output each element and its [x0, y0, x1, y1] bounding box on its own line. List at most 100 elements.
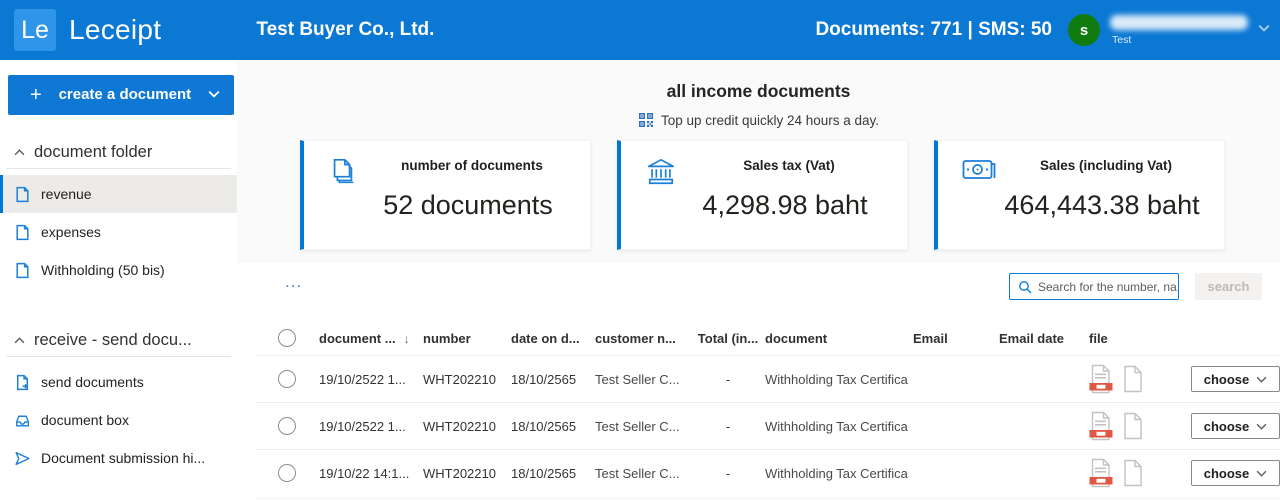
sidebar-item-label: Document submission hi... [41, 450, 206, 466]
cell-total: - [725, 371, 731, 387]
cell-document-type: Withholding Tax Certifica [765, 371, 908, 387]
create-document-button[interactable]: + create a document [8, 75, 234, 115]
cell-number: WHT202210 [423, 418, 496, 434]
cell-created: 19/10/2522 1... [319, 418, 406, 434]
page-title: all income documents [666, 81, 851, 101]
inbox-icon [14, 412, 31, 429]
cell-customer: Test Seller C... [595, 371, 680, 387]
pdf-file-icon[interactable] [1089, 458, 1113, 488]
column-header-email[interactable]: Email [913, 331, 999, 346]
bank-icon [645, 157, 677, 192]
banknote-icon [962, 157, 996, 188]
table-header-row: document ... ↓ number date on d... custom… [255, 321, 1280, 355]
document-page-icon [14, 186, 31, 203]
usage-counter: Documents: 771 | SMS: 50 [815, 19, 1052, 40]
row-radio-cell [255, 370, 319, 388]
document-file-icon[interactable] [1122, 412, 1144, 440]
cell-created: 19/10/22 14:1... [319, 465, 410, 481]
sidebar-item-withholding[interactable]: Withholding (50 bis) [0, 251, 237, 289]
sidebar: + create a document document folder reve… [0, 60, 237, 500]
search-input[interactable] [1038, 279, 1178, 294]
section-title: document folder [34, 142, 153, 161]
documents-stack-icon [328, 157, 358, 192]
cell-total: - [725, 465, 731, 481]
sidebar-item-label: revenue [41, 186, 92, 202]
search-button[interactable]: search [1195, 273, 1262, 300]
plus-icon: + [30, 83, 42, 106]
topup-link[interactable]: Top up credit quickly 24 hours a day. [237, 112, 1280, 128]
document-page-icon [14, 224, 31, 241]
pdf-file-icon[interactable] [1089, 364, 1113, 394]
qr-code-icon [638, 112, 654, 128]
column-header-number[interactable]: number [423, 331, 511, 346]
document-file-icon[interactable] [1122, 459, 1144, 487]
choose-label: choose [1203, 371, 1250, 387]
section-document-folder[interactable]: document folder [0, 140, 237, 164]
select-all-radio[interactable] [278, 329, 296, 347]
cell-created: 19/10/2522 1... [319, 371, 406, 387]
row-radio[interactable] [278, 417, 296, 435]
account-role-label: Test [1112, 34, 1132, 46]
documents-table: document ... ↓ number date on d... custom… [255, 321, 1280, 496]
column-header-email-date[interactable]: Email date [999, 331, 1089, 346]
column-header-customer[interactable]: customer n... [595, 331, 691, 346]
chevron-down-icon [1256, 470, 1267, 477]
section-title: receive - send docu... [34, 330, 192, 349]
document-page-icon [14, 262, 31, 279]
sidebar-item-document-box[interactable]: document box [0, 401, 237, 439]
stat-cards: number of documents 52 documents Sales t… [300, 140, 1225, 250]
sidebar-item-label: document box [41, 412, 129, 428]
table-bottom-divider [255, 498, 1280, 499]
app-window: Le Leceipt Test Buyer Co., Ltd. Document… [0, 0, 1280, 500]
row-radio[interactable] [278, 370, 296, 388]
table-row[interactable]: 19/10/2522 1... WHT202210 18/10/2565 Tes… [255, 355, 1280, 402]
table-area: ... search document ...↓ number date on … [237, 263, 1280, 500]
sidebar-item-label: expenses [41, 224, 101, 240]
chevron-up-icon [14, 335, 25, 346]
app-logo[interactable]: Le [14, 9, 56, 51]
chevron-up-icon [14, 147, 25, 158]
brand-title: Leceipt [69, 14, 162, 45]
table-row[interactable]: 19/10/2522 1... WHT202210 18/10/2565 Tes… [255, 402, 1280, 449]
sidebar-item-submission-history[interactable]: Document submission hi... [0, 439, 237, 477]
choose-button[interactable]: choose [1191, 366, 1280, 392]
select-all-radio-cell [255, 329, 319, 347]
cell-date: 18/10/2565 [511, 371, 577, 387]
cell-document-type: Withholding Tax Certifica [765, 465, 908, 481]
overflow-menu-button[interactable]: ... [285, 273, 302, 290]
column-header-date[interactable]: date on d... [511, 331, 595, 346]
column-header-document[interactable]: document [765, 331, 913, 346]
cell-file [1089, 411, 1191, 441]
row-radio[interactable] [278, 464, 296, 482]
cell-document-type: Withholding Tax Certifica [765, 418, 908, 434]
sidebar-item-expenses[interactable]: expenses [0, 213, 237, 251]
card-value: 464,443.38 baht [1004, 190, 1200, 220]
chevron-down-icon[interactable] [1258, 21, 1270, 39]
choose-button[interactable]: choose [1191, 460, 1280, 486]
cell-file [1089, 364, 1191, 394]
cell-date: 18/10/2565 [511, 465, 577, 481]
account-menu[interactable]: Test [1110, 12, 1258, 48]
top-bar: Le Leceipt Test Buyer Co., Ltd. Document… [0, 0, 1280, 60]
chevron-down-icon[interactable] [208, 88, 220, 103]
cell-date: 18/10/2565 [511, 418, 577, 434]
search-icon [1018, 280, 1032, 294]
avatar[interactable]: s [1068, 14, 1100, 46]
paper-plane-icon [14, 450, 31, 467]
cell-file [1089, 458, 1191, 488]
row-radio-cell [255, 417, 319, 435]
column-header-created[interactable]: document ... ↓ [319, 331, 423, 346]
section-receive-send[interactable]: receive - send docu... [0, 328, 237, 352]
send-document-icon [14, 374, 31, 391]
pdf-file-icon[interactable] [1089, 411, 1113, 441]
sidebar-item-revenue[interactable]: revenue [0, 175, 237, 213]
choose-button[interactable]: choose [1191, 413, 1280, 439]
sidebar-item-send-documents[interactable]: send documents [0, 363, 237, 401]
column-header-total[interactable]: Total (in... [691, 331, 765, 346]
topup-text: Top up credit quickly 24 hours a day. [660, 112, 880, 128]
account-name-redacted [1110, 15, 1248, 30]
table-row[interactable]: 19/10/22 14:1... WHT202210 18/10/2565 Te… [255, 449, 1280, 496]
column-header-file[interactable]: file [1089, 331, 1191, 346]
cell-number: WHT202210 [423, 371, 496, 387]
document-file-icon[interactable] [1122, 365, 1144, 393]
